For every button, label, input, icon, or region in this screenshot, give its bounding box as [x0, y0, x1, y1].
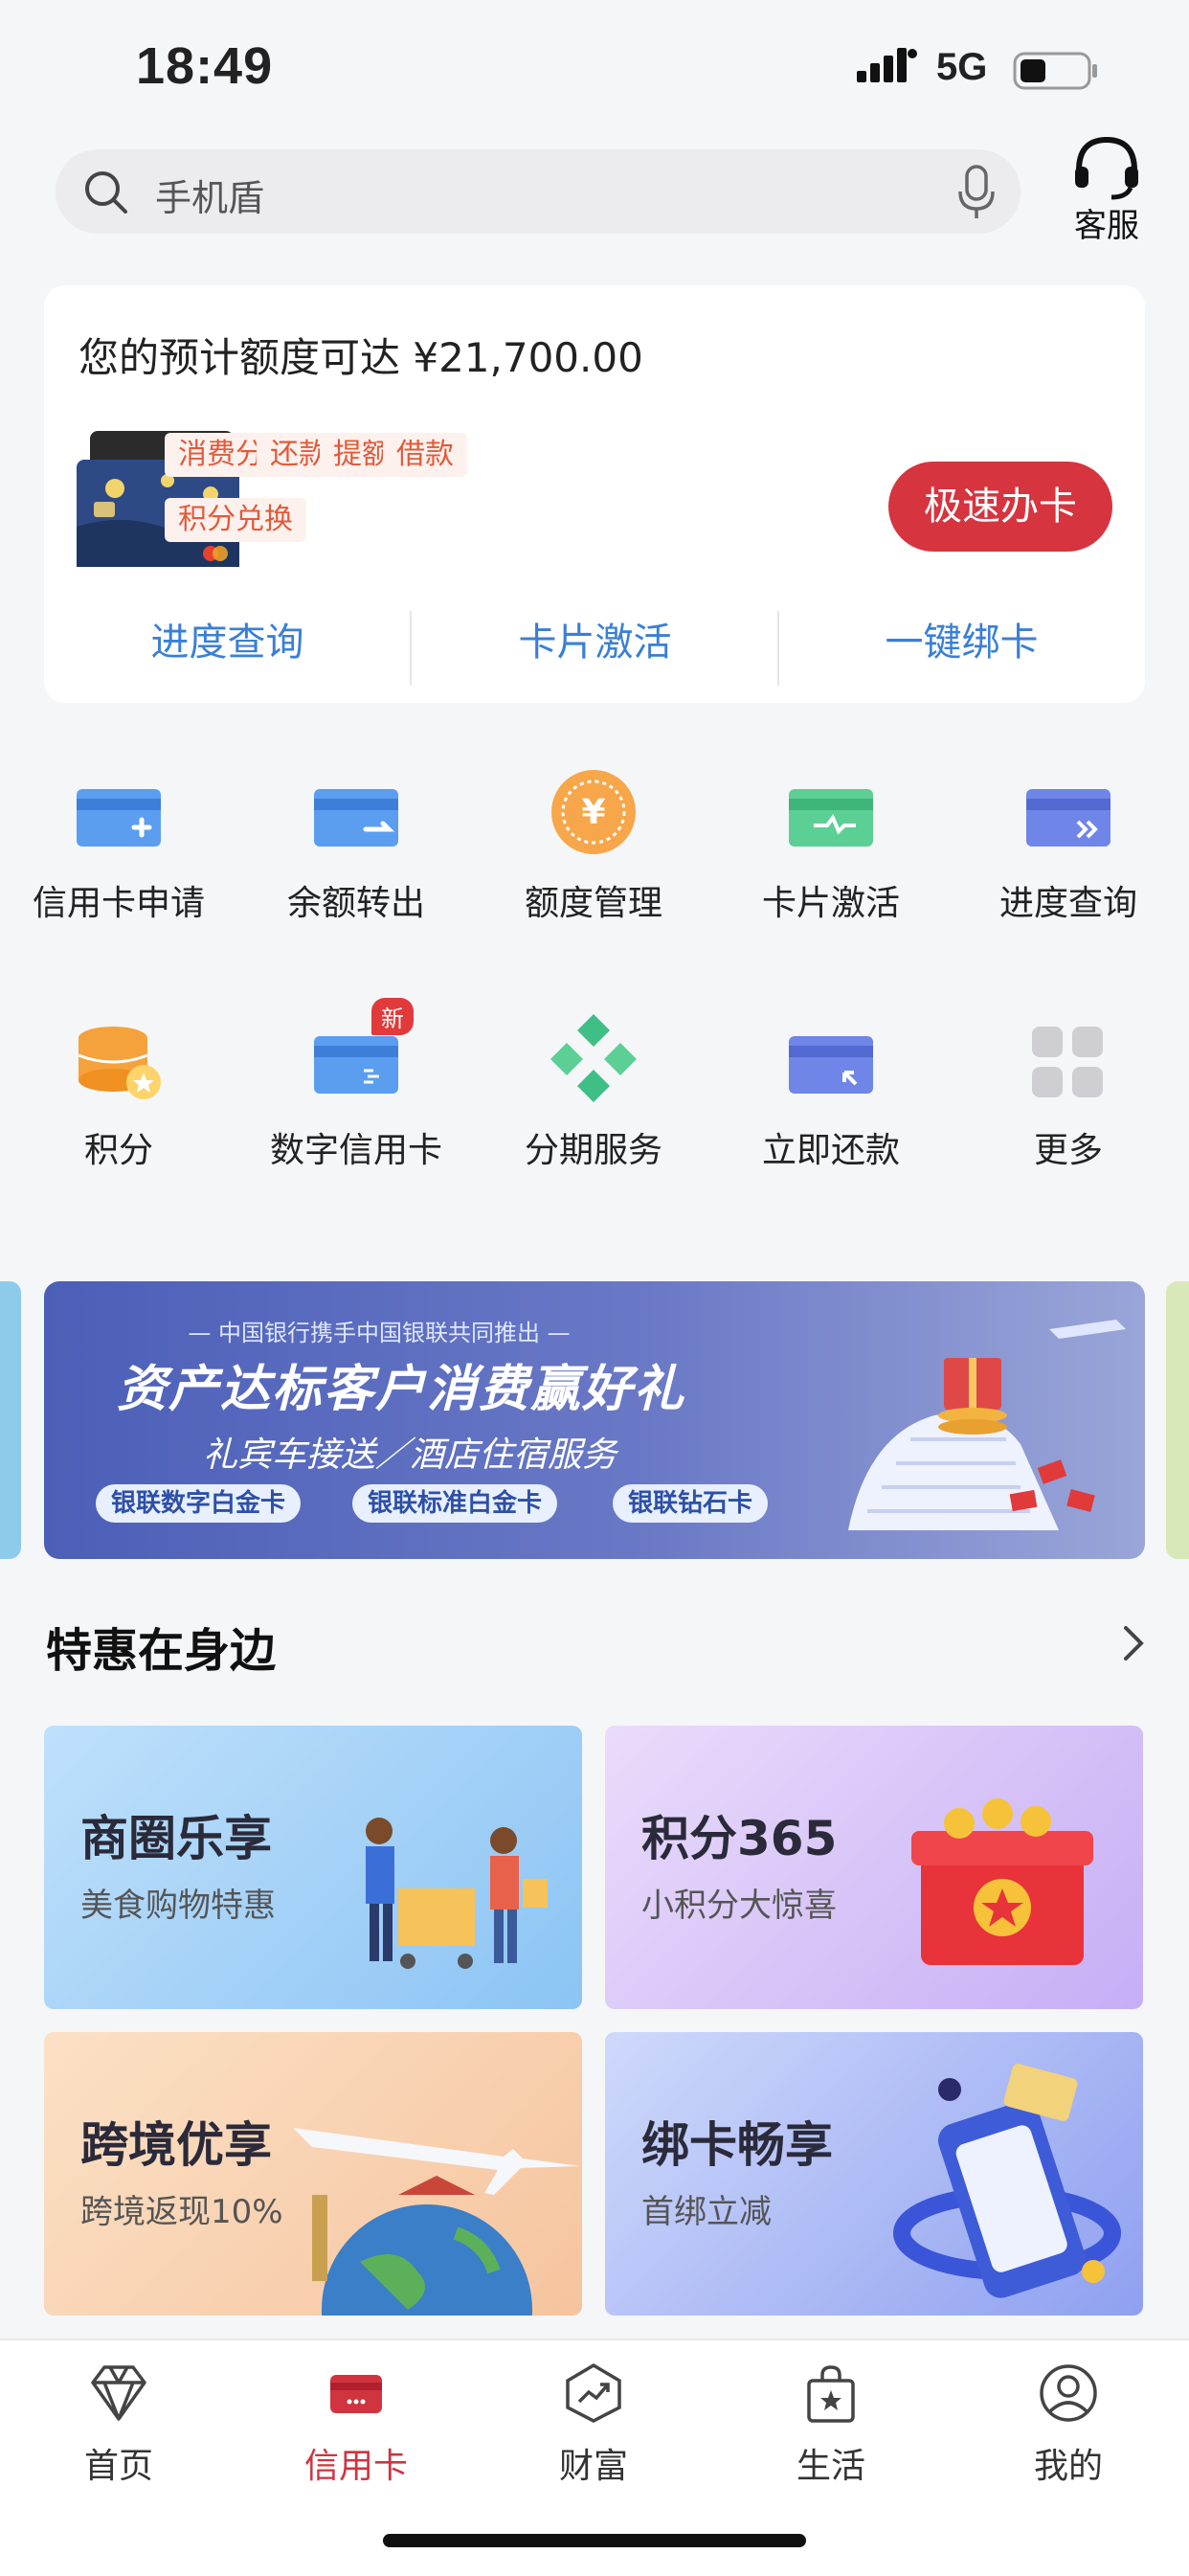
grid-item-card-activate[interactable]: 卡片激活: [712, 766, 950, 925]
credit-card-icon: [330, 2375, 382, 2413]
link-card-activate[interactable]: 卡片激活: [412, 599, 778, 686]
grid-label: 数字信用卡: [269, 1131, 442, 1170]
search-bar[interactable]: 手机盾: [56, 149, 1021, 234]
search-icon: [85, 171, 127, 214]
search-input[interactable]: 手机盾: [155, 169, 264, 221]
signal-icon: [857, 48, 917, 82]
card-plus-icon: [73, 766, 165, 858]
grid-item-progress-query[interactable]: 进度查询: [950, 766, 1187, 925]
promo-card-shopping[interactable]: 商圈乐享 美食购物特惠: [44, 1726, 582, 2009]
banner-peek-prev[interactable]: [0, 1281, 21, 1559]
tab-wealth[interactable]: 财富: [475, 2360, 712, 2488]
banner-title: 资产达标客户消费赢好礼: [117, 1361, 686, 1418]
tab-life[interactable]: 生活: [712, 2360, 950, 2488]
banner-chip: 银联钻石卡: [613, 1484, 769, 1523]
promo-card-points[interactable]: 积分365 小积分大惊喜: [605, 1726, 1143, 2009]
card-activate-icon: [785, 766, 877, 858]
profile-icon: [1040, 2364, 1097, 2422]
tab-label: 财富: [558, 2447, 628, 2486]
card-progress-icon: [1022, 766, 1114, 858]
promo-title: 积分365: [641, 1811, 838, 1866]
shopping-bag-icon: [807, 2365, 855, 2423]
grid-item-apply[interactable]: 信用卡申请: [0, 766, 237, 925]
promo-card-crossborder[interactable]: 跨境优享 跨境返现10%: [44, 2032, 582, 2316]
home-indicator[interactable]: [383, 2534, 806, 2547]
grid-item-digital-card[interactable]: 新 数字信用卡: [237, 998, 475, 1172]
grid-label: 立即还款: [761, 1131, 900, 1170]
red-gift-box-illustration: [911, 1798, 1093, 1965]
tag-points-exchange[interactable]: 积分兑换: [165, 498, 306, 542]
grid-item-limit-manage[interactable]: ¥ 额度管理: [475, 766, 712, 925]
link-progress-query[interactable]: 进度查询: [44, 599, 411, 686]
tab-credit-card[interactable]: 信用卡: [237, 2360, 475, 2488]
grid-item-balance-transfer[interactable]: 余额转出: [237, 766, 475, 925]
microphone-icon[interactable]: [955, 163, 998, 220]
shopping-people-illustration: [366, 1818, 548, 1969]
wealth-chart-icon: [566, 2362, 621, 2423]
phone-card-illustration: [893, 2064, 1121, 2298]
grid-label: 额度管理: [524, 884, 662, 923]
tab-label: 生活: [796, 2447, 865, 2486]
banner-line2: 礼宾车接送／酒店住宿服务: [203, 1435, 617, 1475]
promo-title: 商圈乐享: [80, 1811, 272, 1866]
grid-item-repay-now[interactable]: 立即还款: [712, 1013, 950, 1172]
promo-subtitle: 跨境返现10%: [80, 2193, 283, 2231]
banner-chip: 银联数字白金卡: [96, 1484, 302, 1523]
card-transfer-icon: [310, 766, 402, 858]
customer-service-button[interactable]: 客服: [1063, 134, 1151, 245]
status-bar: 18:49 5G: [0, 0, 1189, 134]
promo-banner[interactable]: — 中国银行携手中国银联共同推出 — 资产达标客户消费赢好礼 礼宾车接送／酒店住…: [44, 1281, 1145, 1559]
promo-subtitle: 美食购物特惠: [80, 1887, 276, 1925]
svg-text:¥: ¥: [581, 793, 605, 832]
grid-label: 余额转出: [286, 884, 425, 923]
points-stack-icon: [73, 1013, 165, 1105]
promo-card-bindcard[interactable]: 绑卡畅享 首绑立减: [605, 2032, 1143, 2316]
grid-more-icon: [1022, 1013, 1114, 1105]
section-title: 特惠在身边: [46, 1624, 277, 1678]
yuan-coin-icon: ¥: [548, 766, 639, 858]
banner-peek-next[interactable]: [1166, 1281, 1189, 1559]
grid-label: 分期服务: [524, 1131, 662, 1170]
grid-item-more[interactable]: 更多: [950, 1013, 1187, 1172]
grid-label: 更多: [1033, 1131, 1103, 1170]
promo-subtitle: 首绑立减: [641, 2193, 772, 2231]
diamond-icon: [91, 2365, 146, 2421]
chevron-right-icon[interactable]: [1116, 1622, 1151, 1664]
grid-label: 进度查询: [998, 884, 1137, 923]
tag-loan[interactable]: 借款: [383, 433, 467, 477]
promo-title: 跨境优享: [80, 2117, 272, 2173]
grid-item-points[interactable]: 积分: [0, 1013, 237, 1172]
apply-card-button[interactable]: 极速办卡: [888, 462, 1112, 552]
battery-icon: [1013, 52, 1097, 90]
tab-label: 信用卡: [303, 2447, 408, 2486]
tab-label: 首页: [83, 2447, 153, 2486]
card-repay-icon: [785, 1013, 877, 1105]
promo-title: 绑卡畅享: [641, 2117, 833, 2173]
tab-label: 我的: [1033, 2447, 1103, 2486]
headset-icon: [1075, 136, 1138, 200]
grid-item-installment[interactable]: 分期服务: [475, 1013, 712, 1172]
quota-title: 您的预计额度可达 ¥21,700.00: [79, 334, 643, 381]
globe-plane-illustration: [293, 2128, 580, 2316]
card-links: 进度查询 卡片激活 一键绑卡: [44, 599, 1145, 686]
digital-card-icon: 新: [310, 998, 414, 1105]
tab-mine[interactable]: 我的: [950, 2360, 1187, 2488]
link-bind-card[interactable]: 一键绑卡: [778, 599, 1145, 686]
grid-label: 信用卡申请: [32, 884, 205, 923]
quota-card: 您的预计额度可达 ¥21,700.00 消费分期 还款 提额 借款 积分兑换 极…: [44, 285, 1145, 703]
installment-diamond-icon: [548, 1013, 639, 1105]
banner-subtitle: — 中国银行携手中国银联共同推出 —: [188, 1320, 571, 1346]
network-type: 5G: [936, 46, 988, 88]
new-badge: 新: [371, 998, 414, 1035]
tab-home[interactable]: 首页: [0, 2360, 237, 2488]
grid-label: 积分: [83, 1131, 153, 1170]
banner-chip: 银联标准白金卡: [352, 1484, 558, 1523]
promo-subtitle: 小积分大惊喜: [641, 1887, 837, 1925]
grid-label: 卡片激活: [761, 884, 900, 923]
gift-stairs-illustration: [848, 1320, 1126, 1530]
customer-service-label: 客服: [1074, 207, 1139, 245]
status-time: 18:49: [136, 37, 274, 95]
